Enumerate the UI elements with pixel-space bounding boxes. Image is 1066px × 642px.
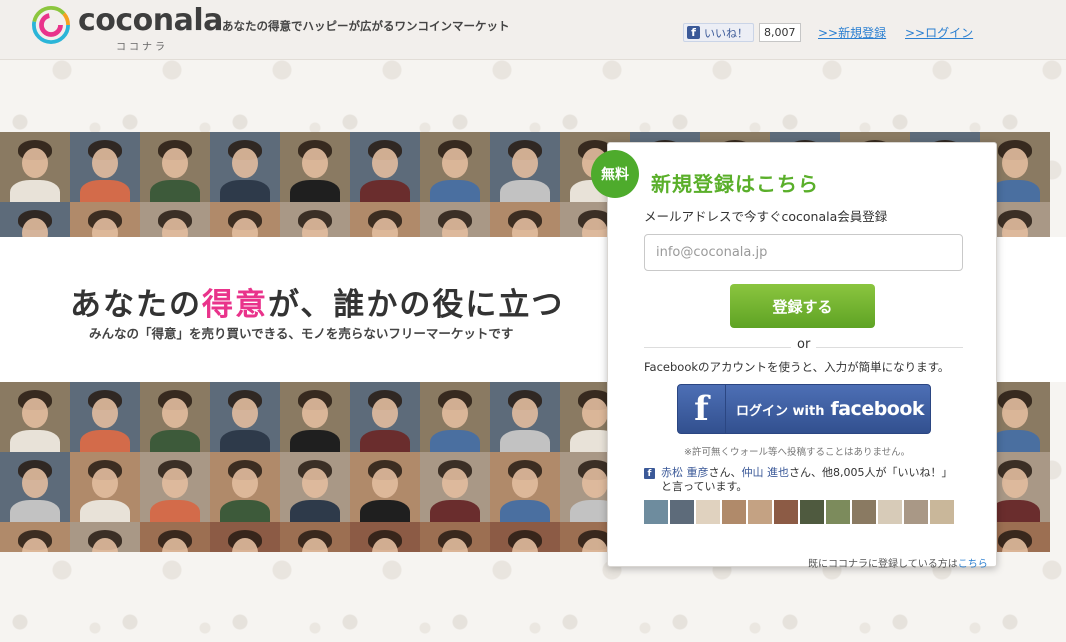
member-photo: [0, 382, 70, 452]
liker-name-1[interactable]: 赤松 重彦: [661, 466, 709, 479]
register-button[interactable]: 登録する: [730, 284, 875, 328]
member-photo: [350, 452, 420, 522]
site-tagline: あなたの得意でハッピーが広がるワンコインマーケット: [222, 19, 510, 33]
liker-name-2[interactable]: 仲山 進也: [742, 466, 790, 479]
hero-headline: あなたの得意が、誰かの役に立つ: [70, 279, 564, 324]
member-photo: [70, 382, 140, 452]
liker-avatar[interactable]: [878, 500, 902, 524]
member-photo: [70, 452, 140, 522]
member-photo: [490, 202, 560, 237]
member-photo: [210, 132, 280, 202]
headline-highlight: 得意: [202, 287, 268, 323]
brand-name[interactable]: coconala: [78, 3, 223, 38]
member-photo: [490, 132, 560, 202]
hero-subline: みんなの「得意」を売り買いできる、モノを売らないフリーマーケットです: [89, 326, 514, 341]
signup-subtitle: メールアドレスで今すぐcoconala会員登録: [644, 209, 888, 224]
member-photo: [210, 452, 280, 522]
member-photo: [140, 522, 210, 552]
already-registered-text: 既にココナラに登録している方は: [808, 559, 958, 570]
already-registered-note: 既にココナラに登録している方はこちら: [808, 555, 988, 570]
free-badge: 無料: [591, 150, 639, 198]
member-photo: [70, 522, 140, 552]
member-photo: [140, 202, 210, 237]
member-photo: [490, 382, 560, 452]
liker-san-1: さん、: [708, 466, 742, 479]
member-photo: [350, 132, 420, 202]
like-count: 8,007: [759, 23, 801, 42]
likers-line2: と言っています。: [661, 480, 748, 493]
signup-panel: 新規登録はこちら メールアドレスで今すぐcoconala会員登録 登録する or…: [607, 142, 997, 567]
member-photo: [70, 202, 140, 237]
member-photo: [350, 382, 420, 452]
member-photo: [420, 452, 490, 522]
member-photo: [280, 132, 350, 202]
likers-rest: さん、他8,005人が「いいね！」: [789, 466, 953, 479]
liker-avatar[interactable]: [644, 500, 668, 524]
facebook-privacy-note: ※許可無くウォール等へ投稿することはありません。: [684, 447, 911, 458]
liker-avatars: [644, 500, 954, 524]
member-photo: [0, 522, 70, 552]
facebook-login-label: ログイン with: [736, 403, 825, 419]
liker-avatar[interactable]: [722, 500, 746, 524]
facebook-description: Facebookのアカウントを使うと、入力が簡単になります。: [644, 360, 950, 374]
liker-avatar[interactable]: [774, 500, 798, 524]
liker-avatar[interactable]: [904, 500, 928, 524]
headline-part1: あなたの: [70, 287, 202, 323]
facebook-small-icon: f: [644, 468, 655, 479]
liker-avatar[interactable]: [930, 500, 954, 524]
signup-link[interactable]: >>新規登録: [818, 24, 886, 41]
member-photo: [210, 382, 280, 452]
member-photo: [350, 522, 420, 552]
like-label: いいね！: [704, 26, 748, 40]
already-registered-link[interactable]: こちら: [958, 559, 988, 570]
coconala-logo-icon[interactable]: [32, 6, 70, 44]
liker-avatar[interactable]: [670, 500, 694, 524]
liker-avatar[interactable]: [748, 500, 772, 524]
member-photo: [70, 132, 140, 202]
member-photo: [280, 202, 350, 237]
member-photo: [490, 522, 560, 552]
site-header: coconala ココナラ あなたの得意でハッピーが広がるワンコインマーケット …: [0, 0, 1066, 60]
member-photo: [420, 382, 490, 452]
member-photo: [140, 452, 210, 522]
member-photo: [350, 202, 420, 237]
liker-avatar[interactable]: [696, 500, 720, 524]
member-photo: [420, 522, 490, 552]
facebook-like-button[interactable]: f いいね！: [683, 23, 754, 42]
liker-avatar[interactable]: [826, 500, 850, 524]
facebook-f-icon: f: [678, 385, 726, 433]
member-photo: [280, 452, 350, 522]
email-input[interactable]: [644, 234, 963, 271]
facebook-wordmark: facebook: [830, 398, 925, 420]
member-photo: [0, 452, 70, 522]
member-photo: [210, 202, 280, 237]
login-link[interactable]: >>ログイン: [905, 24, 973, 41]
member-photo: [140, 382, 210, 452]
member-photo: [420, 132, 490, 202]
member-photo: [280, 382, 350, 452]
signup-title: 新規登録はこちら: [651, 172, 819, 196]
facebook-login-button[interactable]: f ログイン with facebook: [677, 384, 931, 434]
member-photo: [490, 452, 560, 522]
headline-part2: が、誰かの役に立つ: [268, 287, 565, 323]
facebook-icon: f: [687, 26, 700, 39]
facebook-likers-text: f 赤松 重彦さん、仲山 進也さん、他8,005人が「いいね！」 と言っています。: [644, 466, 953, 494]
member-photo: [0, 132, 70, 202]
member-photo: [210, 522, 280, 552]
liker-avatar[interactable]: [800, 500, 824, 524]
member-photo: [280, 522, 350, 552]
member-photo: [420, 202, 490, 237]
member-photo: [0, 202, 70, 237]
liker-avatar[interactable]: [852, 500, 876, 524]
or-text: or: [791, 337, 817, 352]
brand-subtitle: ココナラ: [116, 42, 168, 53]
member-photo: [140, 132, 210, 202]
